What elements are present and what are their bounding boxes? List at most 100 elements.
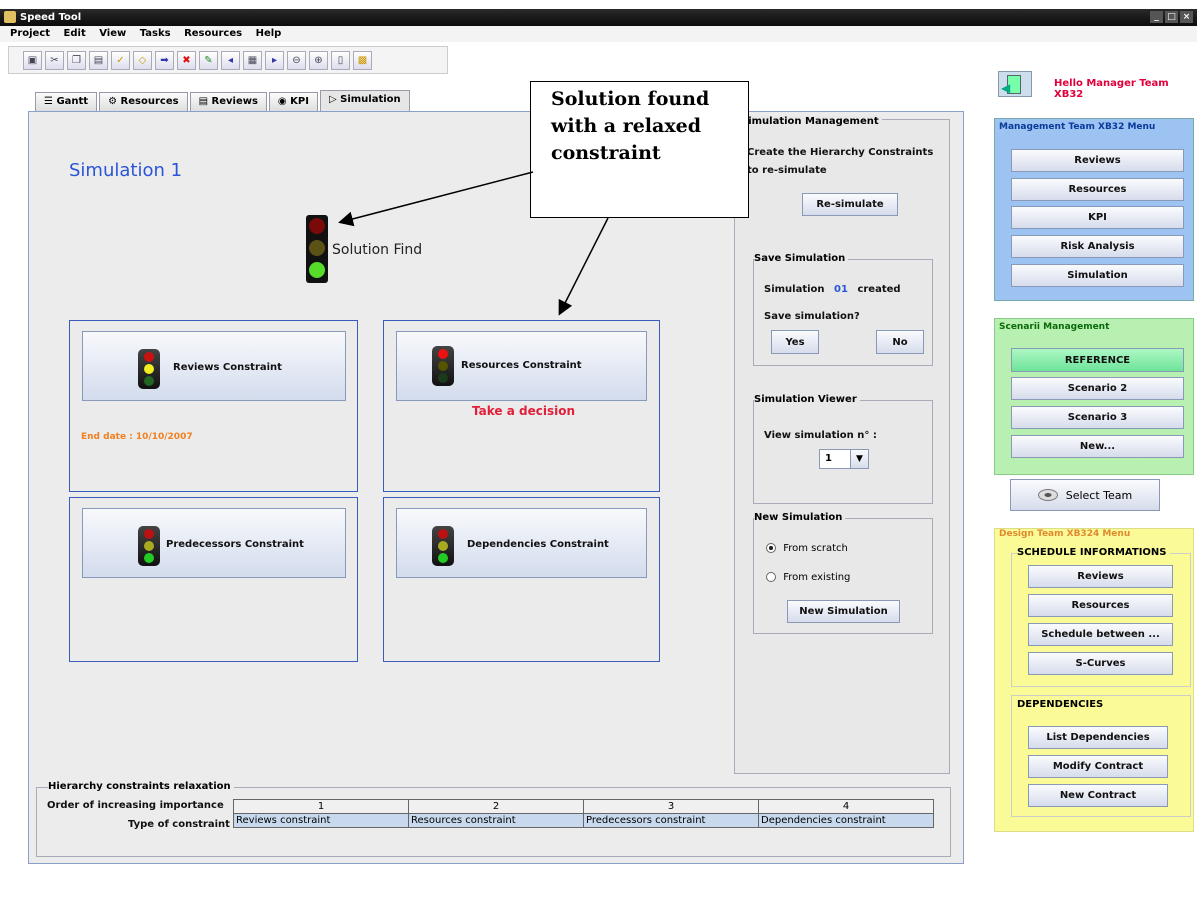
- new-simulation-group: New Simulation From scratch From existin…: [753, 512, 933, 634]
- order-cell: 4: [758, 799, 934, 814]
- forward-arrow-icon[interactable]: ➡: [155, 50, 174, 70]
- simulation-created-text: Simulation 01 created: [764, 284, 901, 295]
- tab-simulation[interactable]: ▷ Simulation: [319, 90, 410, 111]
- take-decision-warning: Take a decision: [472, 404, 575, 418]
- close-icon[interactable]: ×: [1180, 11, 1193, 23]
- toolbar: ▣ ✂ ❐ ▤ ✓ ◇ ➡ ✖ ✎ ◂ ▦ ▸ ⊖ ⊕ ▯ ▩: [8, 46, 448, 74]
- eye-icon: ◉: [277, 96, 291, 107]
- scenario-reference-button[interactable]: REFERENCE: [1011, 348, 1184, 372]
- dependencies-constraint-button[interactable]: Dependencies Constraint: [396, 508, 647, 578]
- constraint-type-cell[interactable]: Reviews constraint: [233, 813, 409, 828]
- edit-icon[interactable]: ✎: [199, 50, 218, 70]
- save-simulation-group: Save Simulation Simulation 01 created Sa…: [753, 253, 933, 366]
- view-simulation-select[interactable]: 1 ▼: [819, 449, 869, 469]
- window-controls: _ □ ×: [1150, 11, 1193, 23]
- status-traffic-light-icon: [306, 215, 328, 283]
- menu-bar: Project Edit View Tasks Resources Help: [0, 26, 1197, 42]
- menu-tasks[interactable]: Tasks: [140, 28, 171, 39]
- mgmt-kpi-button[interactable]: KPI: [1011, 206, 1184, 229]
- tab-gantt[interactable]: ☰ Gantt: [35, 92, 98, 111]
- save-no-button[interactable]: No: [876, 330, 924, 354]
- scenario-2-button[interactable]: Scenario 2: [1011, 377, 1184, 400]
- type-label: Type of constraint: [128, 819, 230, 830]
- cut-icon[interactable]: ✂: [45, 50, 64, 70]
- list-dependencies-button[interactable]: List Dependencies: [1028, 726, 1168, 749]
- play-icon: ▷: [328, 94, 341, 105]
- menu-view[interactable]: View: [99, 28, 126, 39]
- menu-project[interactable]: Project: [10, 28, 50, 39]
- java-app-icon: [4, 11, 16, 23]
- scenario-3-button[interactable]: Scenario 3: [1011, 406, 1184, 429]
- delete-icon[interactable]: ✖: [177, 50, 196, 70]
- mgmt-risk-analysis-button[interactable]: Risk Analysis: [1011, 235, 1184, 258]
- export-icon[interactable]: ▩: [353, 50, 372, 70]
- predecessors-constraint-box: Predecessors Constraint: [69, 497, 358, 662]
- schedule-between-button[interactable]: Schedule between ...: [1028, 623, 1173, 646]
- resimulate-button[interactable]: Re-simulate: [802, 193, 898, 216]
- mgmt-resources-button[interactable]: Resources: [1011, 178, 1184, 201]
- annotation-callout: Solution found with a relaxed constraint: [530, 81, 749, 218]
- reviews-constraint-button[interactable]: Reviews Constraint: [82, 331, 346, 401]
- greeting: Hello Manager Team XB32: [1054, 78, 1169, 100]
- zoom-out-icon[interactable]: ⊖: [287, 50, 306, 70]
- reviews-icon: ▤: [198, 96, 212, 107]
- order-label: Order of increasing importance: [47, 800, 224, 811]
- zoom-in-icon[interactable]: ⊕: [309, 50, 328, 70]
- chevron-down-icon[interactable]: ▼: [850, 450, 868, 468]
- s-curves-button[interactable]: S-Curves: [1028, 652, 1173, 675]
- design-team-menu: Design Team XB324 Menu SCHEDULE INFORMAT…: [994, 528, 1194, 832]
- predecessors-constraint-button[interactable]: Predecessors Constraint: [82, 508, 346, 578]
- management-menu: Management Team XB32 Menu Reviews Resour…: [994, 118, 1194, 301]
- hierarchy-table: 1 2 3 4 Reviews constraint Resources con…: [233, 799, 934, 828]
- resources-constraint-box: Resources Constraint Take a decision: [383, 320, 660, 492]
- order-cell: 3: [583, 799, 759, 814]
- schedule-info-group: SCHEDULE INFORMATIONS Reviews Resources …: [1011, 547, 1191, 687]
- gantt-icon: ☰: [44, 96, 57, 107]
- mgmt-simulation-button[interactable]: Simulation: [1011, 264, 1184, 287]
- tag-icon[interactable]: ◇: [133, 50, 152, 70]
- tab-bar: ☰ Gantt ⚙ Resources ▤ Reviews ◉ KPI ▷ Si…: [35, 90, 412, 111]
- scenario-new-button[interactable]: New...: [1011, 435, 1184, 458]
- maximize-icon[interactable]: □: [1165, 11, 1178, 23]
- paste-icon[interactable]: ▤: [89, 50, 108, 70]
- logout-door-icon[interactable]: ◀: [998, 71, 1032, 97]
- traffic-light-icon: [432, 526, 454, 566]
- traffic-light-icon: [432, 346, 454, 386]
- menu-help[interactable]: Help: [256, 28, 282, 39]
- dependencies-constraint-box: Dependencies Constraint: [383, 497, 660, 662]
- save-yes-button[interactable]: Yes: [771, 330, 819, 354]
- mgmt-reviews-button[interactable]: Reviews: [1011, 149, 1184, 172]
- order-cell: 2: [408, 799, 584, 814]
- new-simulation-button[interactable]: New Simulation: [787, 600, 900, 623]
- save-question: Save simulation?: [764, 311, 860, 322]
- sim-management-text1: Create the Hierarchy Constraints: [747, 147, 934, 158]
- modify-contract-button[interactable]: Modify Contract: [1028, 755, 1168, 778]
- from-scratch-radio[interactable]: From scratch: [766, 543, 848, 554]
- check-icon[interactable]: ✓: [111, 50, 130, 70]
- constraint-type-cell[interactable]: Dependencies constraint: [758, 813, 934, 828]
- document-icon[interactable]: ▯: [331, 50, 350, 70]
- from-existing-radio[interactable]: From existing: [766, 572, 850, 583]
- resources-constraint-button[interactable]: Resources Constraint: [396, 331, 647, 401]
- simulation-title: Simulation 1: [69, 160, 183, 181]
- new-contract-button[interactable]: New Contract: [1028, 784, 1168, 807]
- previous-icon[interactable]: ◂: [221, 50, 240, 70]
- solution-status: Solution Find: [332, 242, 423, 258]
- design-reviews-button[interactable]: Reviews: [1028, 565, 1173, 588]
- select-team-button[interactable]: Select Team: [1010, 479, 1160, 511]
- constraint-type-cell[interactable]: Predecessors constraint: [583, 813, 759, 828]
- tab-reviews[interactable]: ▤ Reviews: [189, 92, 267, 111]
- design-resources-button[interactable]: Resources: [1028, 594, 1173, 617]
- menu-resources[interactable]: Resources: [184, 28, 242, 39]
- resources-icon: ⚙: [108, 96, 121, 107]
- minimize-icon[interactable]: _: [1150, 11, 1163, 23]
- constraint-type-cell[interactable]: Resources constraint: [408, 813, 584, 828]
- tab-resources[interactable]: ⚙ Resources: [99, 92, 188, 111]
- next-icon[interactable]: ▸: [265, 50, 284, 70]
- tab-kpi[interactable]: ◉ KPI: [268, 92, 318, 111]
- scenarii-management: Scenarii Management REFERENCE Scenario 2…: [994, 318, 1194, 475]
- grid-icon[interactable]: ▦: [243, 50, 262, 70]
- save-icon[interactable]: ▣: [23, 50, 42, 70]
- menu-edit[interactable]: Edit: [64, 28, 86, 39]
- copy-icon[interactable]: ❐: [67, 50, 86, 70]
